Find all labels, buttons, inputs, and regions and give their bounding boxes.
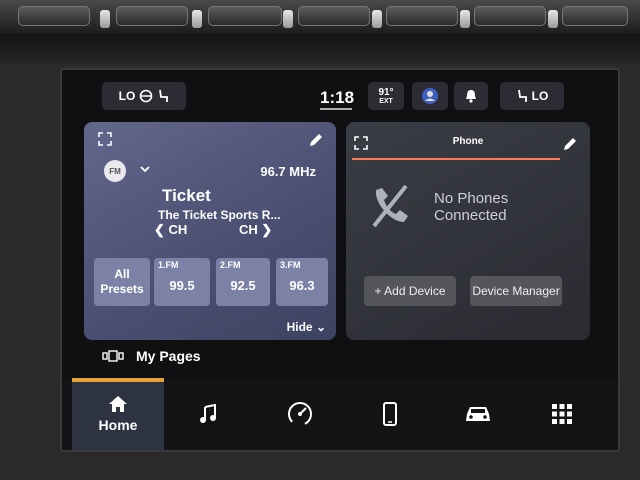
- nav-vehicle-performance[interactable]: [254, 378, 346, 450]
- hw-knob[interactable]: [283, 10, 293, 28]
- pages-icon: [102, 350, 124, 362]
- hw-knob[interactable]: [372, 10, 382, 28]
- preset-button-3[interactable]: 3.FM 96.3: [276, 258, 328, 306]
- preset-button-1[interactable]: 1.FM 99.5: [154, 258, 210, 306]
- hw-knob[interactable]: [548, 10, 558, 28]
- nav-phone[interactable]: [344, 378, 436, 450]
- notifications-button[interactable]: [454, 82, 488, 110]
- passenger-temp-label: LO: [531, 89, 549, 103]
- radio-card[interactable]: FM 96.7 MHz Ticket The Ticket Sports R..…: [84, 122, 336, 340]
- chevron-down-icon[interactable]: [140, 165, 150, 173]
- apps-grid-icon: [552, 404, 572, 424]
- seat-heat-icon: [159, 89, 169, 102]
- hw-button[interactable]: [18, 6, 90, 26]
- phone-card[interactable]: Phone No Phones Connected + Add Device D…: [346, 122, 590, 340]
- add-device-button[interactable]: + Add Device: [364, 276, 456, 306]
- edit-pencil-icon[interactable]: [308, 132, 324, 148]
- preset-frequency: 96.3: [289, 278, 315, 293]
- my-pages-button[interactable]: My Pages: [102, 348, 201, 364]
- clock: 1:18: [320, 88, 355, 107]
- phone-title-underline: [352, 158, 560, 160]
- nav-active-indicator: [72, 378, 164, 382]
- device-manager-button[interactable]: Device Manager: [470, 276, 562, 306]
- status-bar: LO 1:18 91° EXT LO: [62, 70, 618, 116]
- hw-knob[interactable]: [192, 10, 202, 28]
- edit-pencil-icon[interactable]: [562, 136, 578, 152]
- dashboard-trim: [0, 34, 640, 64]
- no-phones-line1: No Phones: [434, 190, 509, 207]
- preset-frequency: 92.5: [230, 278, 256, 293]
- profile-button[interactable]: [412, 82, 448, 110]
- phone-card-title: Phone: [452, 136, 484, 147]
- hw-button[interactable]: [208, 6, 282, 26]
- hw-button[interactable]: [474, 6, 546, 26]
- driver-temp-label: LO: [118, 89, 136, 103]
- station-subtitle: The Ticket Sports R...: [158, 208, 281, 222]
- hide-label: Hide: [286, 320, 313, 334]
- station-name: Ticket: [162, 186, 211, 205]
- infotainment-screen: LO 1:18 91° EXT LO FM 96.7 MHz Ticket Th…: [60, 68, 620, 452]
- steering-heat-icon: [140, 89, 153, 103]
- dashboard-hardware-buttons: [0, 0, 640, 34]
- driver-climate-control[interactable]: LO: [102, 82, 186, 110]
- home-icon: [109, 396, 127, 412]
- nav-home-label: Home: [98, 417, 138, 433]
- preset-frequency: 99.5: [169, 278, 195, 293]
- outside-temp-mode: EXT: [379, 98, 393, 105]
- outside-temp-value: 91°: [378, 87, 394, 98]
- nav-vehicle[interactable]: [432, 378, 524, 450]
- preset-label: 3.FM: [280, 260, 301, 270]
- passenger-seat-heat-icon: [517, 89, 527, 102]
- all-presets-button[interactable]: All Presets: [94, 258, 150, 306]
- music-icon: [200, 404, 216, 423]
- bell-icon: [466, 90, 476, 103]
- hazard-button[interactable]: [298, 6, 370, 26]
- nav-media[interactable]: [162, 378, 254, 450]
- preset-label: 2.FM: [220, 260, 241, 270]
- passenger-climate-control[interactable]: LO: [500, 82, 564, 110]
- no-phones-message: No Phones Connected: [434, 190, 508, 224]
- ch-prev-label: CH: [168, 222, 188, 237]
- speedometer-icon: [288, 402, 312, 426]
- preset-label: 1.FM: [158, 260, 179, 270]
- preset-button-2[interactable]: 2.FM 92.5: [216, 258, 270, 306]
- channel-prev-button[interactable]: ❮ CH: [154, 222, 187, 238]
- ch-next-label: CH: [239, 222, 258, 237]
- phone-disconnected-icon: [372, 184, 408, 228]
- chevron-down-icon: ⌄: [315, 320, 326, 334]
- hw-button[interactable]: [386, 6, 458, 26]
- chevron-right-icon: ❯: [261, 222, 273, 237]
- fm-badge: FM: [104, 160, 126, 182]
- chevron-left-icon: ❮: [154, 222, 165, 237]
- profile-icon: [422, 88, 438, 104]
- hw-knob[interactable]: [460, 10, 470, 28]
- frequency: 96.7 MHz: [260, 164, 316, 179]
- hw-knob[interactable]: [100, 10, 110, 28]
- expand-icon[interactable]: [98, 132, 112, 146]
- hide-presets-button[interactable]: Hide ⌄: [287, 320, 326, 334]
- nav-apps[interactable]: [516, 378, 608, 450]
- phone-icon: [383, 402, 397, 426]
- car-icon: [466, 407, 490, 421]
- hw-button[interactable]: [116, 6, 188, 26]
- clock-underline: [320, 108, 352, 110]
- my-pages-label: My Pages: [136, 348, 201, 364]
- no-phones-line2: Connected: [434, 207, 507, 224]
- bottom-navigation: Home: [62, 378, 618, 450]
- outside-temp: 91° EXT: [368, 82, 404, 110]
- channel-next-button[interactable]: CH ❯: [239, 222, 272, 238]
- nav-home[interactable]: Home: [72, 378, 164, 450]
- hw-button[interactable]: [562, 6, 628, 26]
